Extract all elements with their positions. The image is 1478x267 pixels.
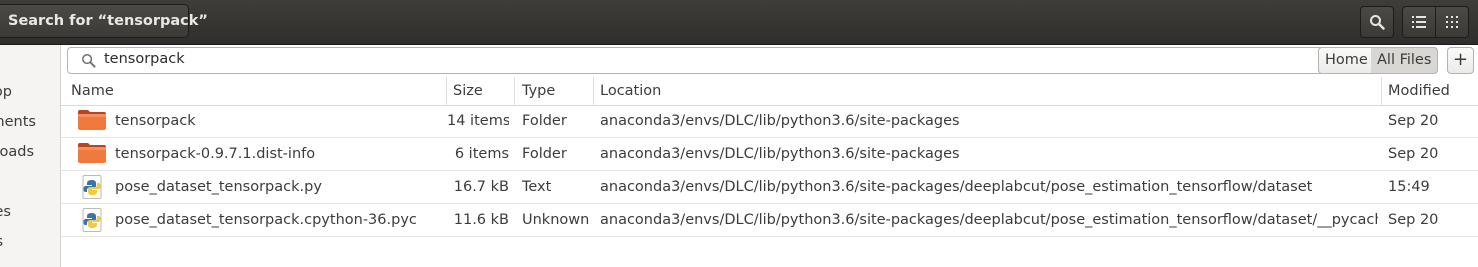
file-name: pose_dataset_tensorpack.py bbox=[115, 179, 322, 195]
file-location: anaconda3/envs/DLC/lib/python3.6/site-pa… bbox=[600, 212, 1378, 228]
file-type: Folder bbox=[522, 146, 567, 162]
grid-view-button[interactable] bbox=[1435, 6, 1469, 38]
grid-view-icon bbox=[1446, 16, 1458, 28]
column-header-modified[interactable]: Modified bbox=[1382, 77, 1478, 105]
search-input[interactable]: tensorpack bbox=[67, 47, 1370, 74]
file-location: anaconda3/envs/DLC/lib/python3.6/site-pa… bbox=[600, 146, 960, 162]
sidebar: op ments oads es s bbox=[0, 45, 61, 267]
column-header-location[interactable]: Location bbox=[594, 77, 1382, 105]
location-all-files-button[interactable]: All Files bbox=[1371, 47, 1439, 74]
column-header-size[interactable]: Size bbox=[447, 77, 515, 105]
sidebar-item-videos[interactable]: s bbox=[0, 234, 3, 250]
add-search-criteria-button[interactable]: + bbox=[1447, 47, 1474, 74]
file-modified: 15:49 bbox=[1388, 179, 1430, 195]
column-header-type[interactable]: Type bbox=[516, 77, 594, 105]
search-toggle-button[interactable] bbox=[1360, 6, 1394, 38]
search-bar: tensorpack Home All Files + bbox=[61, 45, 1478, 76]
file-size: 11.6 kB bbox=[453, 212, 509, 228]
table-row[interactable]: pose_dataset_tensorpack.cpython-36.pyc 1… bbox=[61, 204, 1478, 237]
python-file-icon bbox=[77, 175, 109, 199]
folder-icon bbox=[77, 109, 109, 133]
file-modified: Sep 20 bbox=[1388, 146, 1439, 162]
file-name: tensorpack bbox=[115, 113, 196, 129]
search-title-button[interactable]: Search for “tensorpack” bbox=[0, 4, 208, 38]
header-bar: Search for “tensorpack” bbox=[0, 0, 1478, 45]
sidebar-item-downloads[interactable]: oads bbox=[0, 144, 34, 160]
file-type: Folder bbox=[522, 113, 567, 129]
folder-icon bbox=[77, 142, 109, 166]
file-location: anaconda3/envs/DLC/lib/python3.6/site-pa… bbox=[600, 179, 1313, 195]
results-list: tensorpack 14 items Folder anaconda3/env… bbox=[61, 105, 1478, 237]
file-modified: Sep 20 bbox=[1388, 212, 1439, 228]
search-query-text: tensorpack bbox=[104, 51, 185, 67]
file-modified: Sep 20 bbox=[1388, 113, 1439, 129]
file-name: tensorpack-0.9.7.1.dist-info bbox=[115, 146, 316, 162]
sidebar-item-desktop[interactable]: op bbox=[0, 84, 12, 100]
file-size: 6 items bbox=[454, 146, 509, 162]
file-location: anaconda3/envs/DLC/lib/python3.6/site-pa… bbox=[600, 113, 960, 129]
file-type: Text bbox=[522, 179, 552, 195]
table-row[interactable]: tensorpack-0.9.7.1.dist-info 6 items Fol… bbox=[61, 138, 1478, 171]
column-headers: Name Size Type Location Modified bbox=[61, 77, 1478, 106]
list-view-button[interactable] bbox=[1402, 6, 1436, 38]
table-row[interactable]: tensorpack 14 items Folder anaconda3/env… bbox=[61, 105, 1478, 138]
sidebar-item-pictures[interactable]: es bbox=[0, 204, 11, 220]
table-row[interactable]: pose_dataset_tensorpack.py 16.7 kB Text … bbox=[61, 171, 1478, 204]
file-size: 16.7 kB bbox=[453, 179, 509, 195]
location-home-button[interactable]: Home bbox=[1318, 47, 1375, 74]
sidebar-item-documents[interactable]: ments bbox=[0, 114, 36, 130]
search-icon bbox=[82, 54, 96, 68]
file-type: Unknown bbox=[522, 212, 590, 228]
column-header-name[interactable]: Name bbox=[65, 77, 447, 105]
search-icon bbox=[1370, 15, 1385, 30]
file-size: 14 items bbox=[447, 113, 509, 129]
python-file-icon bbox=[77, 208, 109, 232]
list-view-icon bbox=[1412, 16, 1426, 28]
file-name: pose_dataset_tensorpack.cpython-36.pyc bbox=[115, 212, 417, 228]
